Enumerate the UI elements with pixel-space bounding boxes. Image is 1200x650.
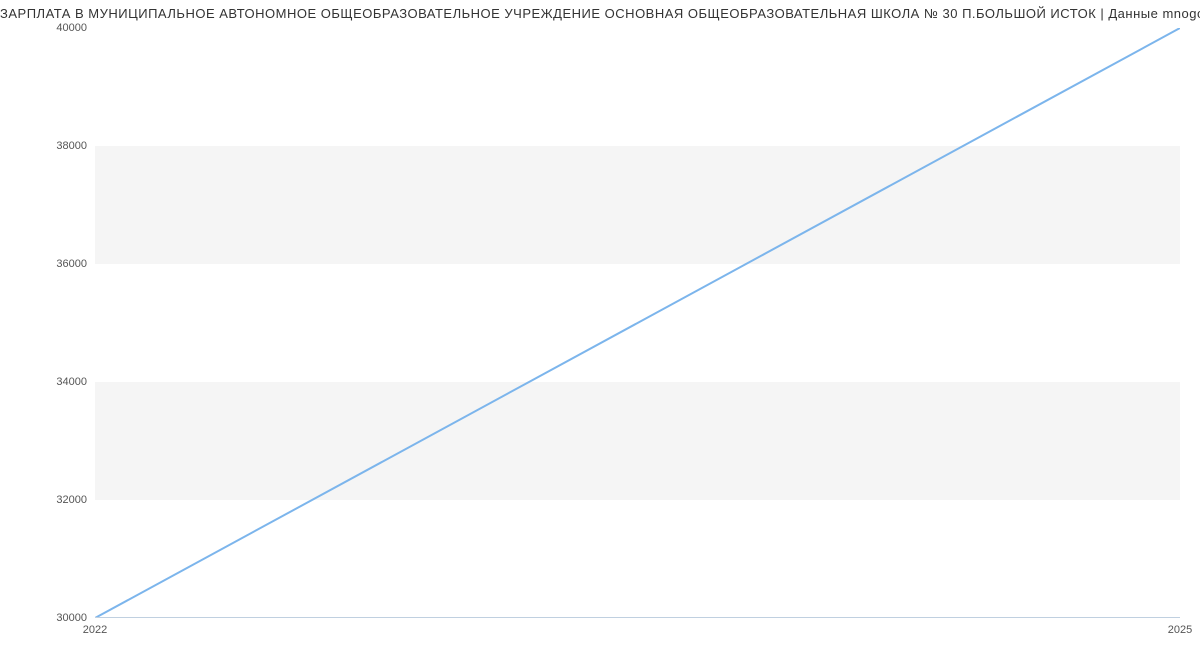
y-tick-label: 38000 (56, 140, 95, 152)
x-axis-line (95, 617, 1180, 618)
line-series (95, 28, 1180, 618)
x-tick-label: 2022 (83, 618, 107, 636)
chart-container: ЗАРПЛАТА В МУНИЦИПАЛЬНОЕ АВТОНОМНОЕ ОБЩЕ… (0, 0, 1200, 650)
y-tick-label: 40000 (56, 22, 95, 34)
plot-area: 30000320003400036000380004000020222025 (95, 28, 1180, 618)
y-tick-label: 32000 (56, 494, 95, 506)
x-tick-label: 2025 (1168, 618, 1192, 636)
y-tick-label: 36000 (56, 258, 95, 270)
chart-title: ЗАРПЛАТА В МУНИЦИПАЛЬНОЕ АВТОНОМНОЕ ОБЩЕ… (0, 0, 1200, 21)
y-tick-label: 34000 (56, 376, 95, 388)
